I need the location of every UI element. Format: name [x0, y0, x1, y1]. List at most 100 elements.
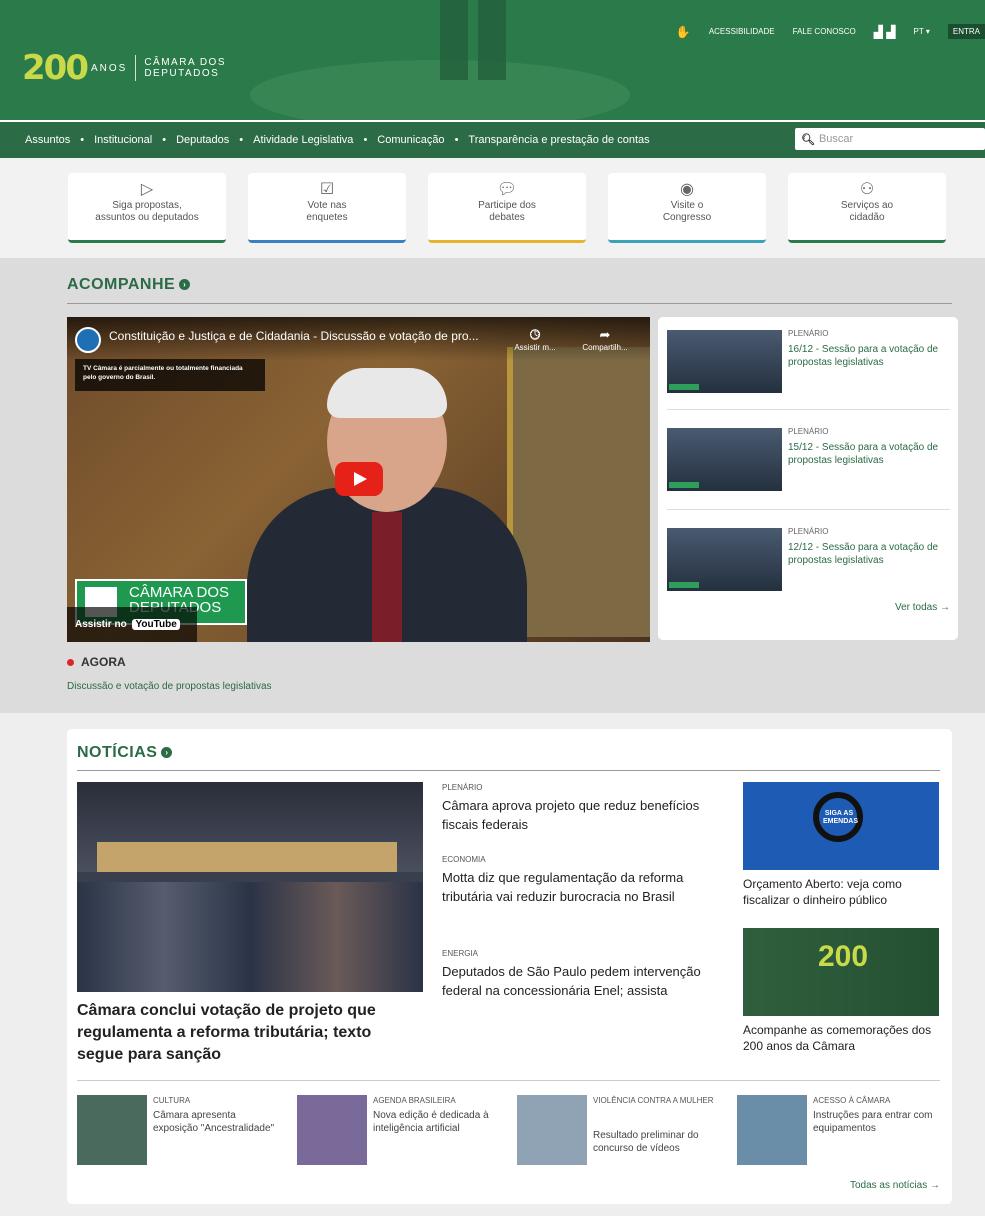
chat-icon: 💬︎	[496, 181, 518, 198]
search-box[interactable]: 🔍︎ Buscar	[795, 128, 985, 150]
news-headline[interactable]: Resultado preliminar do concurso de víde…	[593, 1129, 718, 1155]
news-title-text: NOTÍCIAS	[77, 744, 158, 761]
checkbox-icon: ☑	[319, 181, 335, 198]
video-list-item[interactable]: PLENÁRIO 15/12 - Sessão para a votação d…	[667, 417, 952, 507]
news-headline[interactable]: Orçamento Aberto: veja como fiscalizar o…	[743, 876, 943, 908]
login-button[interactable]: ENTRA	[947, 24, 985, 39]
news-headline[interactable]: Nova edição é dedicada à inteligência ar…	[373, 1109, 498, 1135]
location-icon: ◉	[680, 181, 694, 198]
youtube-logo: YouTube	[132, 619, 180, 630]
news-item-side[interactable]: 200 Acompanhe as comemorações dos 200 an…	[743, 928, 943, 1054]
see-all-news-link[interactable]: Todas as notícias →	[850, 1180, 940, 1191]
main-news-headline[interactable]: Câmara conclui votação de projeto que re…	[77, 1000, 417, 1066]
sign-language-icon[interactable]: ✋	[676, 25, 691, 39]
section-divider	[77, 770, 940, 771]
funding-notice[interactable]: TV Câmara é parcialmente ou totalmente f…	[75, 359, 265, 391]
news-headline[interactable]: Instruções para entrar com equipamentos	[813, 1109, 938, 1135]
thumbnail-banner	[669, 482, 699, 488]
acompanhe-title[interactable]: ACOMPANHE ›	[67, 276, 191, 294]
news-category: AGENDA BRASILEIRA	[373, 1096, 456, 1105]
see-all-videos-link[interactable]: Ver todas →	[895, 602, 950, 613]
news-headline[interactable]: Câmara apresenta exposição "Ancestralida…	[153, 1109, 278, 1135]
news-category: VIOLÊNCIA CONTRA A MULHER	[593, 1096, 714, 1105]
play-button[interactable]	[335, 462, 383, 496]
person-icon: ⚇	[859, 181, 875, 198]
service-visit[interactable]: ◉ Visite o Congresso	[608, 173, 766, 243]
speaker-hair	[327, 368, 447, 418]
watch-later-label: Assistir m...	[514, 343, 556, 352]
language-select[interactable]: PT ▾	[914, 27, 930, 36]
font-size-icon[interactable]: ▟ ▟	[874, 25, 896, 39]
news-category: PLENÁRIO	[442, 783, 483, 792]
news-headline[interactable]: Acompanhe as comemorações dos 200 anos d…	[743, 1022, 943, 1054]
plenary-desk	[97, 842, 397, 872]
channel-logo[interactable]	[75, 327, 101, 353]
mini-news-item[interactable]: ACESSO À CÂMARA Instruções para entrar c…	[737, 1095, 942, 1170]
video-painting	[507, 347, 650, 637]
service-follow[interactable]: ▷ Siga propostas, assuntos ou deputados	[68, 173, 226, 243]
main-news-image[interactable]	[77, 782, 423, 992]
video-item-title[interactable]: 12/12 - Sessão para a votação de propost…	[788, 541, 953, 567]
mini-news-item[interactable]: VIOLÊNCIA CONTRA A MULHER Resultado prel…	[517, 1095, 722, 1170]
contact-link[interactable]: FALE CONOSCO	[793, 27, 856, 36]
search-icon: 🔍︎	[801, 133, 815, 146]
nav-item-comunicacao[interactable]: Comunicação	[377, 134, 444, 146]
watch-on-youtube[interactable]: Assistir no YouTube	[67, 607, 197, 642]
news-headline[interactable]: Deputados de São Paulo pedem intervenção…	[442, 962, 727, 1000]
share-label: Compartilh...	[582, 343, 628, 352]
live-text: AGORA	[81, 655, 126, 669]
video-list: PLENÁRIO 16/12 - Sessão para a votação d…	[658, 317, 958, 640]
magnifier-icon: SIGA AS EMENDAS	[813, 792, 863, 842]
service-citizen[interactable]: ⚇ Serviços ao cidadão	[788, 173, 946, 243]
news-category: ENERGIA	[442, 949, 479, 958]
live-label: AGORA	[67, 655, 126, 669]
image-text: 200	[818, 940, 869, 973]
news-item-side[interactable]: SIGA AS EMENDAS Orçamento Aberto: veja c…	[743, 782, 943, 908]
news-item[interactable]: ECONOMIA Motta diz que regulamentação da…	[442, 855, 727, 906]
news-headline[interactable]: Motta diz que regulamentação da reforma …	[442, 868, 727, 906]
mini-news-thumb	[517, 1095, 587, 1165]
video-list-item[interactable]: PLENÁRIO 12/12 - Sessão para a votação d…	[667, 517, 952, 607]
news-title[interactable]: NOTÍCIAS ›	[77, 744, 173, 762]
video-list-item[interactable]: PLENÁRIO 16/12 - Sessão para a votação d…	[667, 319, 952, 409]
nav-item-deputados[interactable]: Deputados	[176, 134, 229, 146]
thumbnail-banner	[669, 582, 699, 588]
list-divider	[667, 509, 950, 510]
watch-later-button[interactable]: 🕓︎ Assistir m...	[507, 327, 563, 352]
service-label: Siga propostas, assuntos ou deputados	[95, 200, 199, 223]
thumbnail-banner	[669, 384, 699, 390]
news-item[interactable]: PLENÁRIO Câmara aprova projeto que reduz…	[442, 783, 727, 834]
news-category: CULTURA	[153, 1096, 191, 1105]
news-item[interactable]: ENERGIA Deputados de São Paulo pedem int…	[442, 949, 727, 1000]
site-header: 200 ANOS CÂMARA DOS DEPUTADOS ✋ ACESSIBI…	[0, 0, 985, 120]
service-participate[interactable]: 💬︎ Participe dos debates	[428, 173, 586, 243]
accessibility-link[interactable]: ACESSIBILIDADE	[709, 27, 775, 36]
video-thumbnail	[667, 528, 782, 591]
logo-line2: DEPUTADOS	[144, 68, 220, 79]
search-input[interactable]: Buscar	[819, 133, 853, 145]
share-button[interactable]: ➦ Compartilh...	[577, 327, 633, 352]
nav-item-atividade[interactable]: Atividade Legislativa	[253, 134, 353, 146]
service-vote[interactable]: ☑ Vote nas enquetes	[248, 173, 406, 243]
live-description[interactable]: Discussão e votação de propostas legisla…	[67, 681, 272, 692]
video-item-title[interactable]: 15/12 - Sessão para a votação de propost…	[788, 441, 953, 467]
site-logo[interactable]: 200 ANOS CÂMARA DOS DEPUTADOS	[22, 48, 226, 88]
arrow-circle-icon: ›	[161, 747, 173, 759]
share-icon: ➦	[599, 327, 611, 342]
logo-separator	[135, 55, 137, 81]
nav-item-institucional[interactable]: Institucional	[94, 134, 152, 146]
video-item-title[interactable]: 16/12 - Sessão para a votação de propost…	[788, 343, 953, 369]
congress-tower-graphic	[440, 0, 468, 80]
news-headline[interactable]: Câmara aprova projeto que reduz benefíci…	[442, 796, 727, 834]
video-speaker	[247, 368, 527, 642]
service-label: Visite o Congresso	[662, 200, 712, 223]
logo-camara: CÂMARA DOS DEPUTADOS	[144, 57, 226, 79]
nav-item-assuntos[interactable]: Assuntos	[25, 134, 70, 146]
mini-news-thumb	[737, 1095, 807, 1165]
mini-news-item[interactable]: AGENDA BRASILEIRA Nova edição é dedicada…	[297, 1095, 502, 1170]
video-player[interactable]: Constituição e Justiça e de Cidadania - …	[67, 317, 650, 642]
mini-news-item[interactable]: CULTURA Câmara apresenta exposição "Ance…	[77, 1095, 282, 1170]
top-links: ✋ ACESSIBILIDADE FALE CONOSCO ▟ ▟ PT ▾ E…	[676, 24, 985, 39]
nav-item-transparencia[interactable]: Transparência e prestação de contas	[468, 134, 649, 146]
video-thumbnail	[667, 428, 782, 491]
